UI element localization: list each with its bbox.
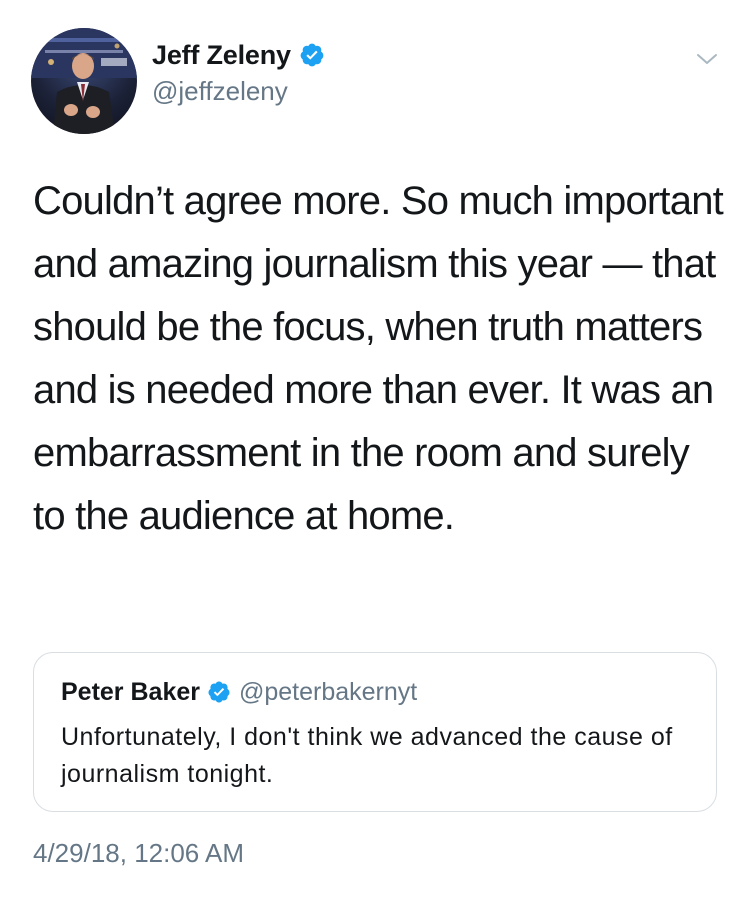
profile-photo-icon	[31, 28, 137, 134]
chevron-down-icon[interactable]	[694, 46, 720, 72]
tweet-container: Jeff Zeleny @jeffzeleny Couldn’t agree m…	[0, 0, 750, 897]
verified-badge-icon	[299, 42, 325, 68]
author-display-name[interactable]: Jeff Zeleny	[152, 40, 291, 71]
quoted-author-display-name: Peter Baker	[61, 677, 200, 706]
quoted-author-handle: @peterbakernyt	[238, 677, 418, 706]
tweet-timestamp[interactable]: 4/29/18, 12:06 AM	[33, 838, 244, 869]
author-handle[interactable]: @jeffzeleny	[152, 76, 288, 107]
quoted-tweet-header: Peter Baker @peterbakernyt	[61, 675, 417, 709]
tweet-body-text: Couldn’t agree more. So much important a…	[33, 179, 724, 538]
quoted-tweet-text: Unfortunately, I don't think we advanced…	[61, 723, 673, 788]
avatar[interactable]	[31, 28, 137, 134]
author-name-row[interactable]: Jeff Zeleny	[152, 38, 325, 72]
verified-badge-icon	[207, 680, 231, 704]
quoted-tweet-card[interactable]: Peter Baker @peterbakernyt Unfortunately…	[33, 652, 717, 812]
